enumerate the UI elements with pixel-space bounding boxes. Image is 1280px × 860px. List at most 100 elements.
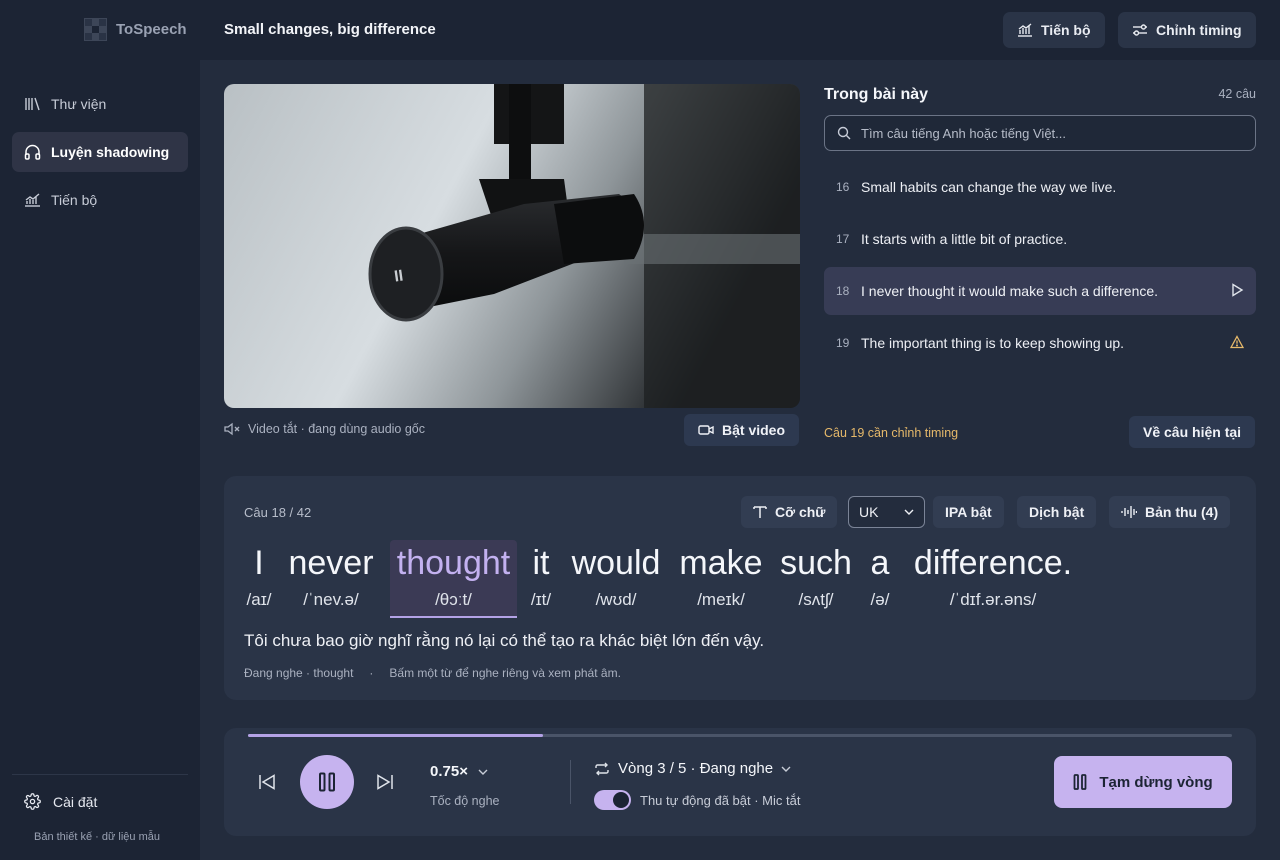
listening-status: Đang nghe · thought <box>244 666 354 680</box>
chevron-down-icon <box>904 509 914 515</box>
recordings-label: Bản thu (4) <box>1145 504 1219 520</box>
auto-record-toggle[interactable] <box>594 790 631 810</box>
brand[interactable]: ToSpeech <box>84 18 187 41</box>
word-ipa: /ˈdɪf.ər.əns/ <box>949 590 1037 609</box>
page-title: Small changes, big difference <box>224 21 436 38</box>
skip-forward-icon <box>377 774 393 790</box>
timing-button-label: Chỉnh timing <box>1156 22 1242 38</box>
word-ipa: /wʊd/ <box>595 590 637 609</box>
sentence-word[interactable]: difference. /ˈdɪf.ər.əns/ <box>904 540 1082 618</box>
toggle-knob <box>613 792 629 808</box>
sentence-number: 18 <box>836 284 850 298</box>
video-camera-icon <box>698 425 714 435</box>
sentence-hint: Đang nghe · thought · Bấm một từ để nghe… <box>244 666 621 680</box>
sentence-text: It starts with a little bit of practice. <box>861 231 1068 247</box>
word-text: such <box>780 544 852 582</box>
translation-toggle[interactable]: Dịch bật <box>1017 496 1097 528</box>
sidebar-item-label: Tiến bộ <box>51 192 98 208</box>
sentence-text: I never thought it would make such a dif… <box>861 283 1159 299</box>
pause-button[interactable] <box>300 755 354 809</box>
settings-button[interactable]: Cài đặt <box>24 793 97 810</box>
lesson-title: Trong bài này <box>824 86 929 103</box>
previous-button[interactable] <box>256 772 278 792</box>
text-size-icon <box>753 506 767 518</box>
speed-value: 0.75× <box>430 763 468 780</box>
sentence-position: Câu 18 / 42 <box>244 505 312 520</box>
top-bar: ToSpeech Small changes, big difference T… <box>0 0 1280 60</box>
sidebar-divider <box>12 774 188 775</box>
sentence-word[interactable]: it /ɪt/ <box>523 540 559 618</box>
word-text: difference. <box>913 544 1073 582</box>
hint-text: Bấm một từ để nghe riêng và xem phát âm. <box>389 666 621 680</box>
pause-loop-button[interactable]: Tạm dừng vòng <box>1054 756 1232 808</box>
font-size-button[interactable]: Cỡ chữ <box>741 496 838 528</box>
enable-video-button[interactable]: Bật video <box>684 414 800 446</box>
sentence-card: Câu 18 / 42 Cỡ chữ UK IPA bật Dịch bật B… <box>224 476 1256 700</box>
sidebar-item-shadowing[interactable]: Luyện shadowing <box>12 132 188 172</box>
speed-select[interactable]: 0.75× <box>430 763 488 780</box>
ipa-toggle[interactable]: IPA bật <box>933 496 1004 528</box>
sidebar-footer: Bản thiết kế · dữ liệu mẫu <box>34 831 160 843</box>
sentence-row[interactable]: 19 The important thing is to keep showin… <box>824 319 1256 367</box>
loop-label: Vòng 3 / 5 · Đang nghe <box>618 760 774 777</box>
sidebar-item-label: Thư viện <box>51 96 107 112</box>
progress-bar[interactable] <box>248 734 1232 737</box>
speed-label: Tốc độ nghe <box>430 794 500 808</box>
sentence-word[interactable]: would /wʊd/ <box>566 540 666 618</box>
library-icon <box>25 97 40 111</box>
warning-icon <box>1230 335 1244 349</box>
word-text: make <box>679 544 763 582</box>
pause-loop-label: Tạm dừng vòng <box>1099 773 1213 791</box>
skip-back-icon <box>259 774 275 790</box>
chart-icon <box>25 193 40 207</box>
enable-video-label: Bật video <box>722 422 786 438</box>
sentence-word[interactable]: such /sʌtʃ/ <box>774 540 858 618</box>
search-box[interactable] <box>824 115 1256 151</box>
sentence-word[interactable]: never /ˈnev.ə/ <box>284 540 378 618</box>
video-caption-text: Video tắt · đang dùng audio gốc <box>248 422 425 436</box>
sentence-translation: Tôi chưa bao giờ nghĩ rằng nó lại có thể… <box>244 631 765 650</box>
word-ipa: /sʌtʃ/ <box>798 590 834 609</box>
search-input[interactable] <box>861 125 1241 141</box>
sentence-row-active[interactable]: 18 I never thought it would make such a … <box>824 267 1256 315</box>
loop-select[interactable]: Vòng 3 / 5 · Đang nghe <box>594 760 791 777</box>
play-icon[interactable] <box>1230 283 1244 297</box>
word-ipa: /ɪt/ <box>530 590 552 609</box>
sidebar-item-library[interactable]: Thư viện <box>12 84 188 124</box>
word-text: never <box>288 544 374 582</box>
pause-icon <box>1073 774 1087 790</box>
lesson-count: 42 câu <box>1218 87 1256 101</box>
sentence-row[interactable]: 16 Small habits can change the way we li… <box>824 163 1256 211</box>
video-player[interactable]: II <box>224 84 800 408</box>
word-text: a <box>870 544 890 582</box>
current-sentence-button[interactable]: Về câu hiện tại <box>1129 416 1256 448</box>
word-ipa: /θɔːt/ <box>435 590 472 609</box>
sentence-row[interactable]: 17 It starts with a little bit of practi… <box>824 215 1256 263</box>
next-button[interactable] <box>374 772 396 792</box>
recordings-button[interactable]: Bản thu (4) <box>1109 496 1231 528</box>
sentence-word[interactable]: make /meɪk/ <box>676 540 766 618</box>
settings-label: Cài đặt <box>53 793 98 810</box>
gear-icon <box>24 793 41 810</box>
chevron-down-icon <box>478 769 488 775</box>
sidebar-item-progress[interactable]: Tiến bộ <box>12 180 188 220</box>
sentence-word[interactable]: I /aɪ/ <box>242 540 276 618</box>
sidebar-item-label: Luyện shadowing <box>51 144 170 160</box>
sentence-text: The important thing is to keep showing u… <box>861 335 1125 351</box>
accent-value: UK <box>859 504 879 520</box>
brand-name: ToSpeech <box>116 21 187 38</box>
auto-record-label: Thu tự động đã bật · Mic tắt <box>640 792 801 808</box>
word-ipa: /meɪk/ <box>697 590 745 609</box>
waveform-icon <box>1121 506 1137 518</box>
word-text: would <box>571 544 661 582</box>
progress-button-label: Tiến bộ <box>1041 22 1091 38</box>
sentence-word[interactable]: a /ə/ <box>862 540 898 618</box>
search-icon <box>837 126 851 140</box>
accent-select[interactable]: UK <box>848 496 925 528</box>
timing-button[interactable]: Chỉnh timing <box>1118 12 1256 48</box>
word-text: it <box>532 544 550 582</box>
microphone-image: II <box>224 84 800 408</box>
speaker-muted-icon <box>224 422 240 436</box>
progress-button[interactable]: Tiến bộ <box>1003 12 1105 48</box>
sentence-word-highlighted[interactable]: thought /θɔːt/ <box>390 540 517 618</box>
